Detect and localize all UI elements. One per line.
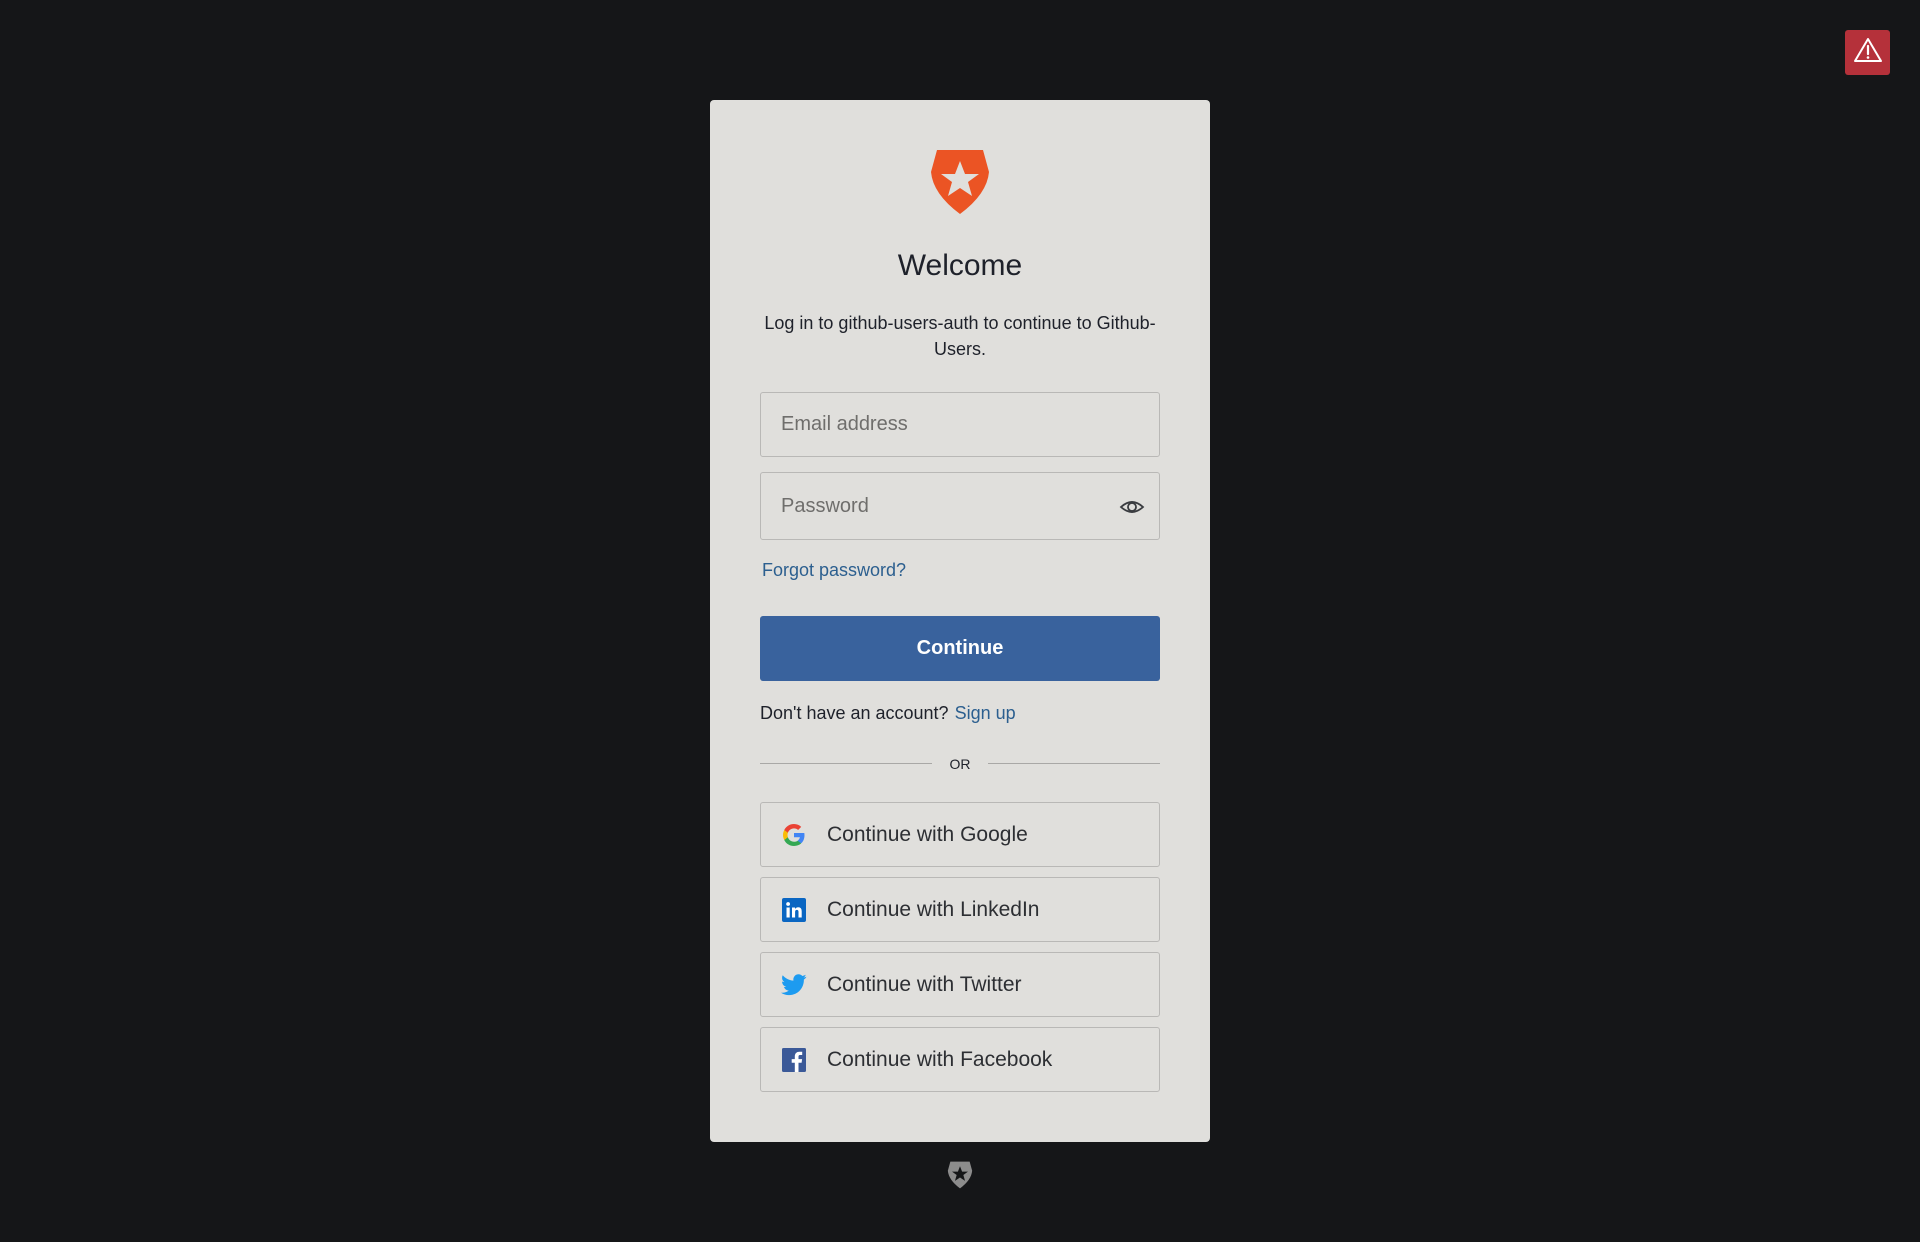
signup-link[interactable]: Sign up xyxy=(955,703,1016,723)
facebook-button-label: Continue with Facebook xyxy=(827,1047,1053,1071)
continue-button[interactable]: Continue xyxy=(760,616,1160,681)
email-field[interactable] xyxy=(760,392,1160,457)
continue-with-linkedin-button[interactable]: Continue with LinkedIn xyxy=(760,877,1160,942)
facebook-icon xyxy=(781,1047,807,1073)
warning-triangle-icon xyxy=(1853,36,1883,69)
auth0-footer-logo-icon xyxy=(947,1160,973,1190)
warning-button[interactable] xyxy=(1845,30,1890,75)
password-input[interactable] xyxy=(761,473,1159,539)
google-icon xyxy=(781,822,807,848)
google-button-label: Continue with Google xyxy=(827,822,1028,846)
continue-with-google-button[interactable]: Continue with Google xyxy=(760,802,1160,867)
or-divider: OR xyxy=(760,754,1160,774)
twitter-button-label: Continue with Twitter xyxy=(827,972,1022,996)
continue-with-facebook-button[interactable]: Continue with Facebook xyxy=(760,1027,1160,1092)
eye-icon[interactable] xyxy=(1119,494,1145,520)
page-subtitle: Log in to github-users-auth to continue … xyxy=(764,313,1156,359)
linkedin-icon xyxy=(781,897,807,923)
continue-with-twitter-button[interactable]: Continue with Twitter xyxy=(760,952,1160,1017)
auth0-logo-icon xyxy=(929,148,991,216)
page-title: Welcome xyxy=(897,249,1023,282)
signup-row: Don't have an account? Sign up xyxy=(760,703,1016,724)
password-field[interactable] xyxy=(760,472,1160,540)
signup-prompt: Don't have an account? xyxy=(760,703,949,723)
twitter-icon xyxy=(781,972,807,998)
linkedin-button-label: Continue with LinkedIn xyxy=(827,897,1040,921)
email-input[interactable] xyxy=(761,393,1159,456)
divider-line-right xyxy=(988,763,1160,764)
divider-label: OR xyxy=(949,756,971,772)
forgot-password-link[interactable]: Forgot password? xyxy=(762,560,906,581)
login-card: Welcome Log in to github-users-auth to c… xyxy=(710,100,1210,1142)
